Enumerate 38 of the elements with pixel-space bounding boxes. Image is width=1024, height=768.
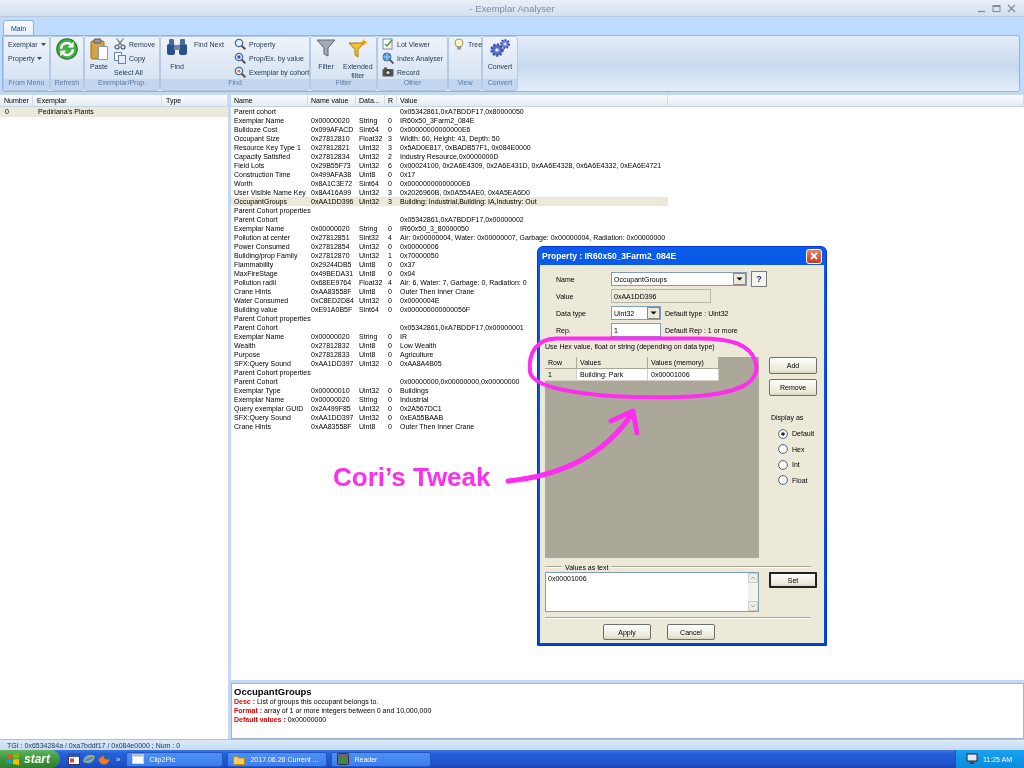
globe-ring-icon[interactable] <box>83 753 95 765</box>
description-title: OccupantGroups <box>234 686 313 697</box>
funnel-icon <box>316 38 336 58</box>
close-button[interactable] <box>806 248 822 264</box>
window-title: - Exemplar Analyser <box>469 2 555 14</box>
magnifier-icon <box>233 52 246 64</box>
window-icon <box>132 754 145 764</box>
gears-icon <box>489 38 511 58</box>
refresh-icon <box>56 38 78 60</box>
start-button[interactable]: start <box>0 750 60 768</box>
help-button[interactable]: ? <box>751 271 767 287</box>
maximize-icon[interactable] <box>992 3 1001 13</box>
more-button[interactable]: » <box>116 754 121 764</box>
copy-icon <box>114 52 126 64</box>
close-icon[interactable] <box>1007 3 1016 13</box>
caret-icon <box>37 56 43 60</box>
magnifier-icon <box>233 66 246 78</box>
document-check-icon <box>382 38 394 50</box>
ribbon-button[interactable] <box>54 37 80 62</box>
magnifier-globe-icon <box>382 52 394 64</box>
binoculars-icon <box>166 38 188 56</box>
scissors-icon <box>114 38 126 50</box>
app-window-icon <box>337 753 350 765</box>
caret-icon <box>40 42 46 46</box>
annotation-label: Cori’s Tweak <box>333 464 491 490</box>
magnifier-icon <box>233 38 246 50</box>
close-icon <box>810 252 818 260</box>
camera-icon <box>382 66 394 78</box>
dialog-title: Property : IR60x50_3Farm2_084E <box>542 251 677 261</box>
window-icon[interactable] <box>68 753 80 765</box>
bulb-icon <box>453 38 465 50</box>
windows-flag-icon <box>6 753 20 765</box>
monitor-icon[interactable] <box>966 753 978 765</box>
globe-icon[interactable] <box>98 753 110 765</box>
funnel-sparkle-icon <box>347 38 368 58</box>
folder-icon <box>233 753 246 765</box>
clipboard-icon <box>90 38 108 60</box>
scrollbar <box>748 573 758 611</box>
